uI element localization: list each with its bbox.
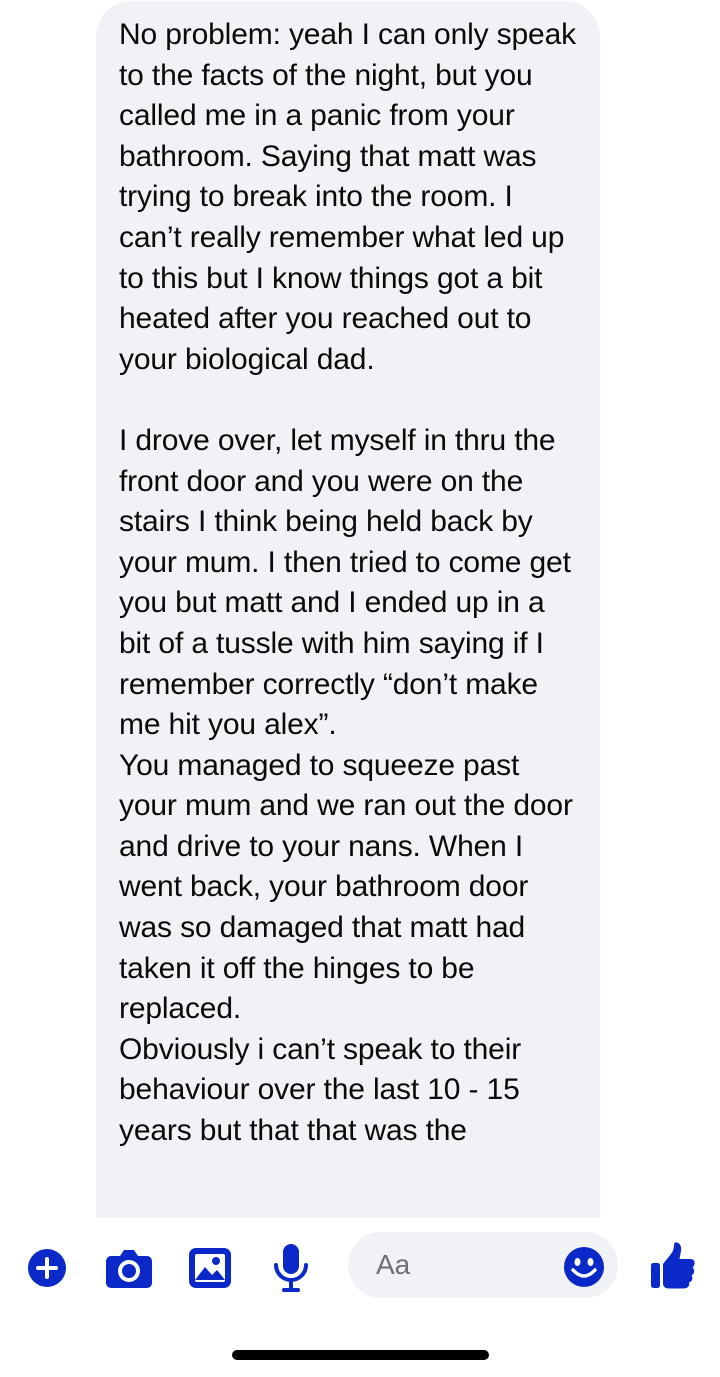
message-input-placeholder: Aa	[376, 1249, 411, 1280]
home-indicator[interactable]	[232, 1350, 489, 1360]
message-bubble[interactable]: No problem: yeah I can only speak to the…	[96, 1, 600, 1218]
message-paragraph-4: Obviously i can’t speak to their behavio…	[119, 1032, 522, 1148]
emoji-icon[interactable]	[563, 1246, 605, 1288]
camera-icon[interactable]	[105, 1247, 153, 1289]
thumbs-up-icon[interactable]	[650, 1242, 696, 1290]
message-paragraph-2: I drove over, let myself in thru the fro…	[119, 423, 571, 742]
message-thread[interactable]: No problem: yeah I can only speak to the…	[0, 0, 720, 1218]
plus-icon[interactable]	[27, 1248, 67, 1288]
message-paragraph-1: No problem: yeah I can only speak to the…	[119, 18, 576, 376]
photo-icon[interactable]	[188, 1247, 232, 1289]
microphone-icon[interactable]	[273, 1243, 309, 1293]
message-paragraph-3: You managed to squeeze past your mum and…	[119, 748, 573, 1026]
message-paragraph-gap	[119, 380, 578, 421]
